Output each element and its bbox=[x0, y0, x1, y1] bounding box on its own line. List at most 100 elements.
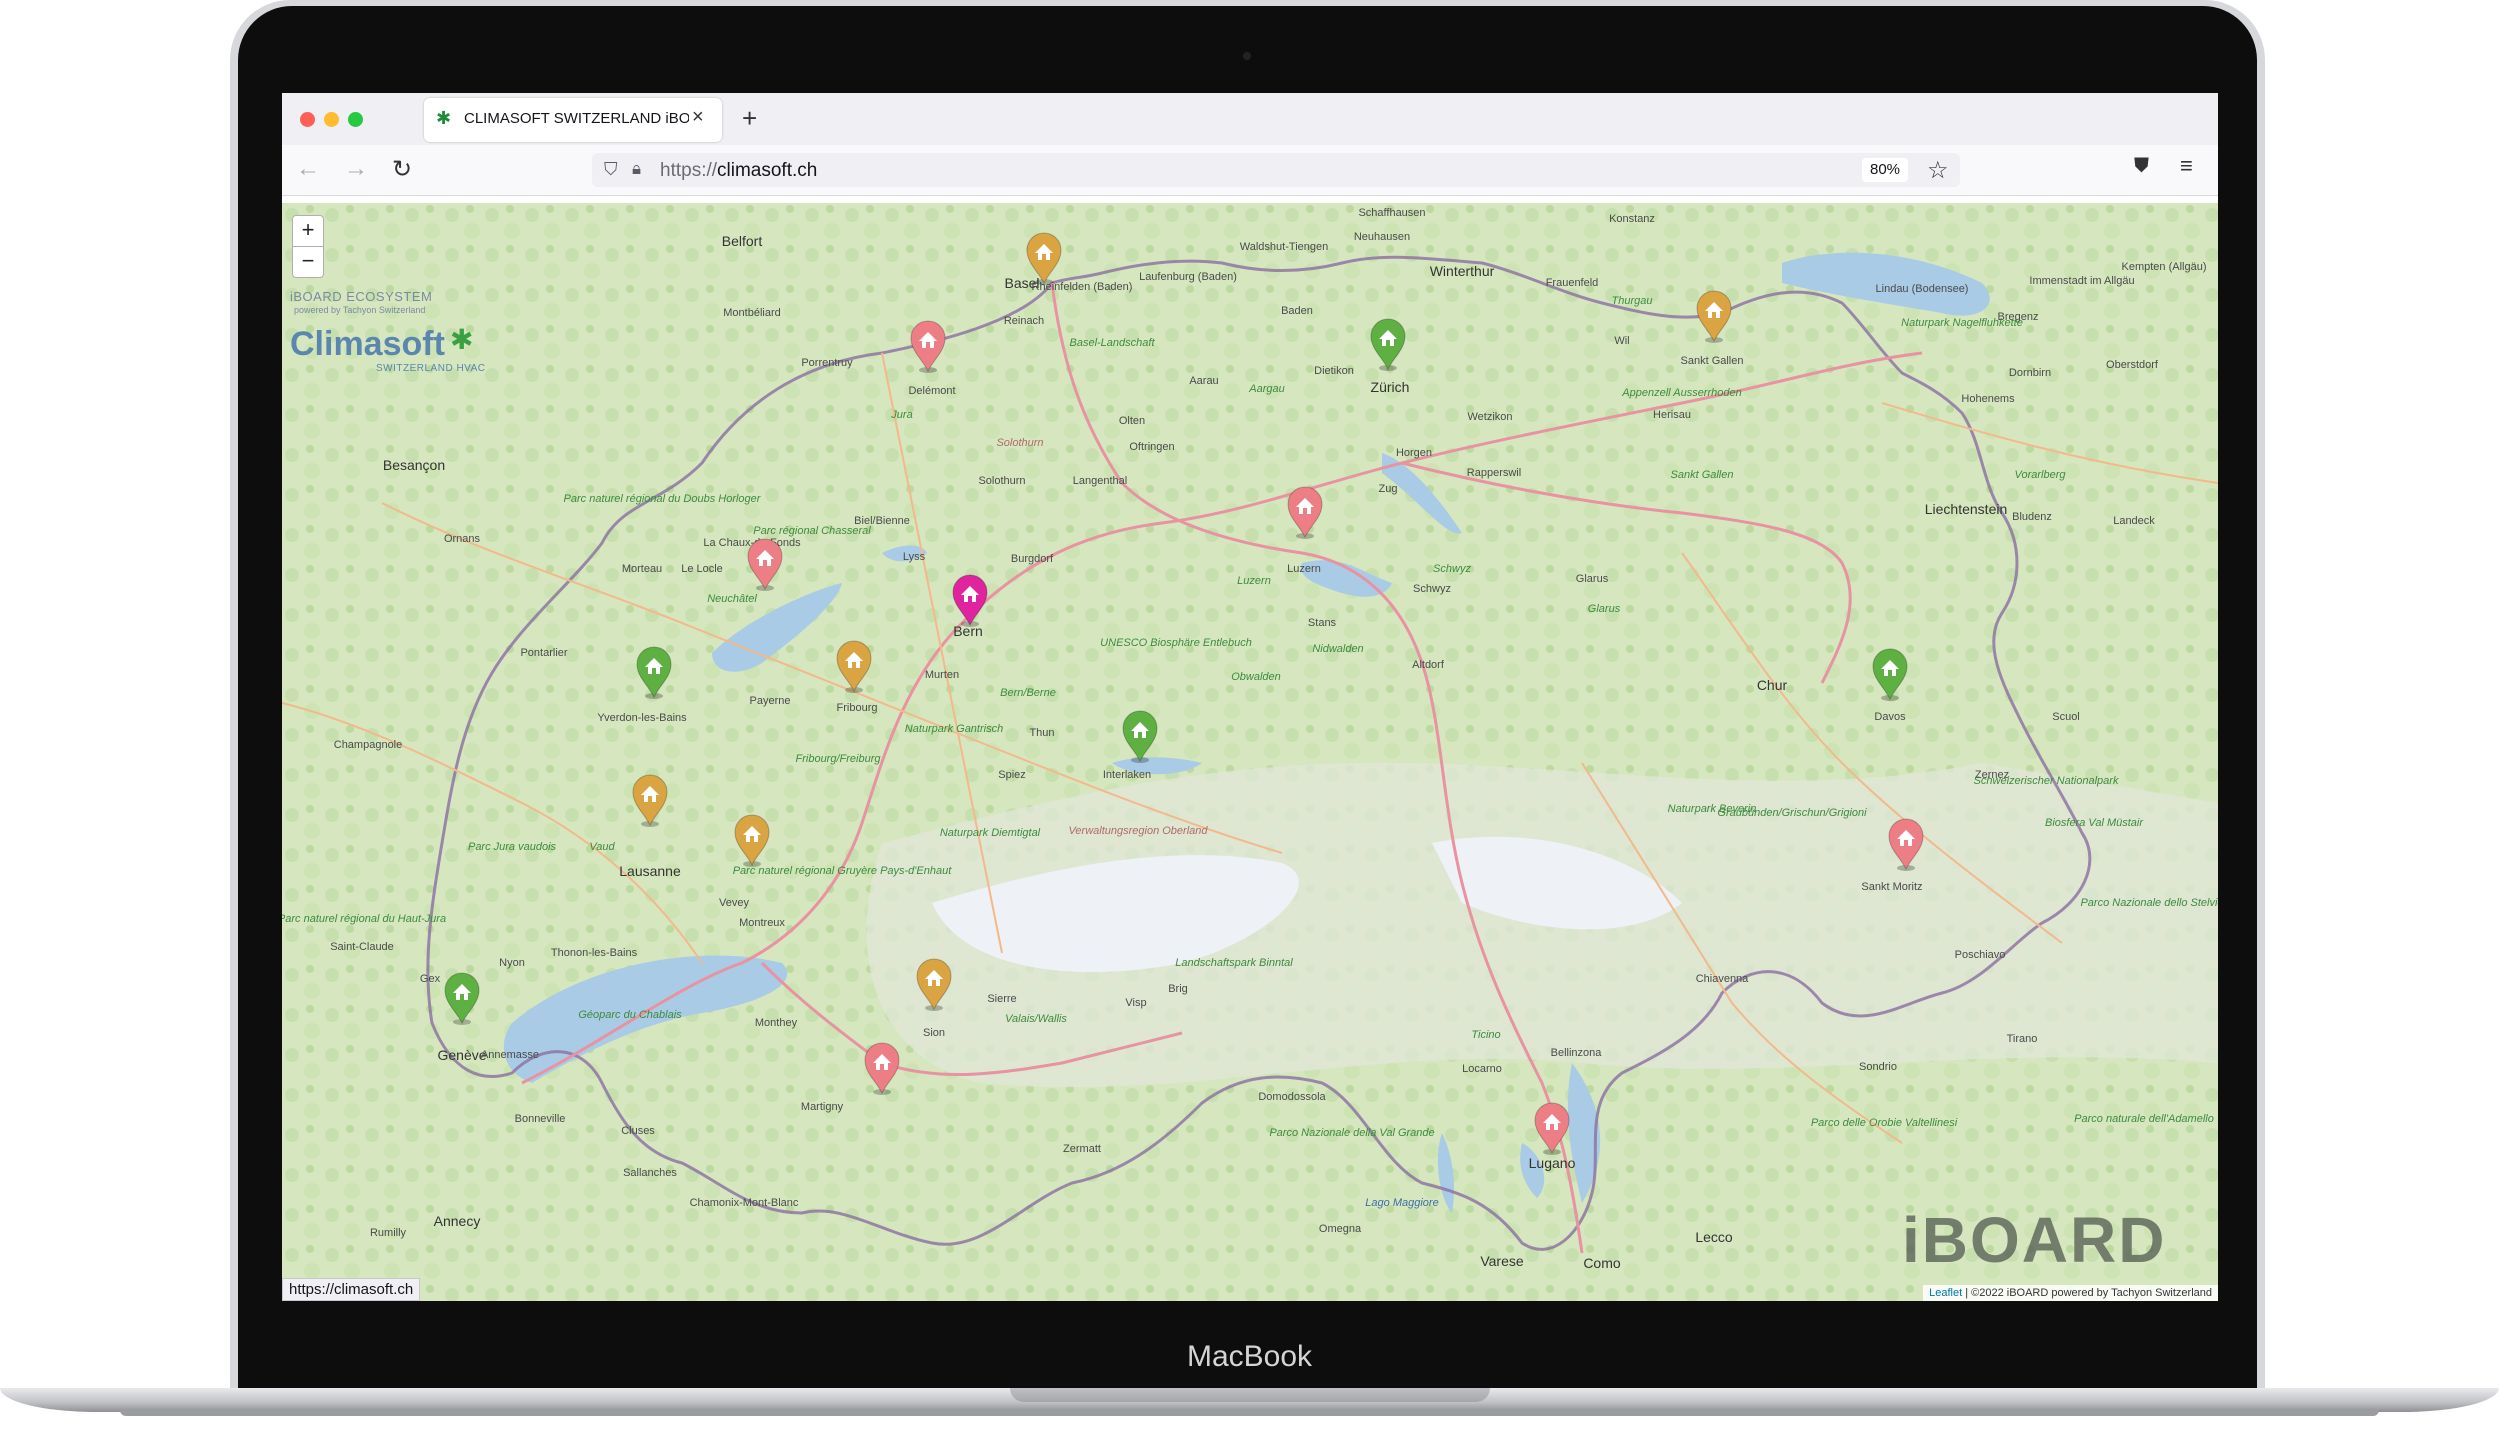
house-icon bbox=[747, 538, 783, 591]
house-icon bbox=[836, 640, 872, 693]
place-label: Winterthur bbox=[1429, 263, 1495, 279]
region-label: Schwyz bbox=[1433, 563, 1471, 575]
place-label: Zug bbox=[1378, 483, 1398, 495]
place-label: Annecy bbox=[433, 1213, 481, 1229]
park-label: Parc régional Chasseral bbox=[753, 525, 871, 537]
region-label: Verwaltungsregion Oberland bbox=[1068, 825, 1208, 837]
lake-label: Lago Maggiore bbox=[1365, 1197, 1439, 1209]
place-label: Spiez bbox=[998, 769, 1026, 781]
url-scheme: https:// bbox=[660, 160, 718, 181]
maximize-window-button[interactable] bbox=[348, 112, 363, 127]
map-marker-bern[interactable] bbox=[950, 573, 990, 627]
lock-icon[interactable]: 🔒︎ bbox=[632, 159, 641, 179]
pocket-icon[interactable]: ⛊ bbox=[2134, 155, 2149, 178]
map-canvas[interactable]: Belfort Basel Rheinfelden (Baden) Reinac… bbox=[282, 203, 2218, 1301]
house-icon bbox=[444, 972, 480, 1025]
place-label: Neuhausen bbox=[1353, 231, 1411, 243]
shield-icon[interactable]: ⛉ bbox=[604, 159, 618, 180]
browser-tab[interactable]: ✱ CLIMASOFT SWITZERLAND iBOARD × bbox=[424, 98, 722, 142]
map-marker-yverdon[interactable] bbox=[634, 645, 674, 699]
place-label: Oberstdorf bbox=[2106, 359, 2158, 371]
map-marker-vevey[interactable] bbox=[732, 813, 772, 867]
park-label: UNESCO Biosphäre Entlebuch bbox=[1100, 637, 1252, 649]
map-marker-sankt-moritz[interactable] bbox=[1886, 817, 1926, 871]
place-label: Lecco bbox=[1695, 1229, 1733, 1245]
map-marker-zurich[interactable] bbox=[1368, 317, 1408, 371]
close-tab-icon[interactable]: × bbox=[692, 106, 704, 129]
place-label: Varese bbox=[1480, 1253, 1524, 1269]
park-label: Naturpark Gantrisch bbox=[904, 723, 1004, 735]
map-marker-basel[interactable] bbox=[1024, 231, 1064, 285]
park-label: Parco delle Orobie Valtellinesi bbox=[1810, 1117, 1958, 1129]
region-label: Solothurn bbox=[996, 437, 1044, 449]
place-label: Champagnole bbox=[333, 739, 403, 751]
attribution-text: | ©2022 iBOARD powered by Tachyon Switze… bbox=[1962, 1287, 2212, 1299]
forward-arrow-icon[interactable]: → bbox=[344, 155, 368, 183]
laptop-notch bbox=[1010, 1388, 1490, 1402]
place-label: Rumilly bbox=[369, 1227, 407, 1239]
map-marker-interlaken[interactable] bbox=[1120, 709, 1160, 763]
place-label: Dornbirn bbox=[2008, 367, 2052, 379]
map-marker-fribourg[interactable] bbox=[834, 639, 874, 693]
place-label: Zermatt bbox=[1063, 1143, 1101, 1155]
map-marker-delemont[interactable] bbox=[908, 319, 948, 373]
place-label: Altdorf bbox=[1412, 659, 1444, 671]
place-label: Wetzikon bbox=[1467, 411, 1513, 423]
place-label: Sankt Gallen bbox=[1680, 355, 1744, 367]
reload-icon[interactable]: ↻ bbox=[392, 155, 412, 184]
map-marker-st-gallen[interactable] bbox=[1694, 289, 1734, 343]
place-label: Morteau bbox=[621, 563, 663, 575]
place-label: Herisau bbox=[1653, 409, 1691, 421]
zoom-out-button[interactable]: − bbox=[292, 246, 324, 278]
map-marker-geneve[interactable] bbox=[442, 971, 482, 1025]
place-label: Vevey bbox=[719, 897, 749, 909]
house-icon bbox=[1534, 1102, 1570, 1155]
house-icon bbox=[1122, 710, 1158, 763]
map-marker-sion[interactable] bbox=[914, 957, 954, 1011]
map-marker-neuchatel[interactable] bbox=[745, 537, 785, 591]
place-label: Landeck bbox=[2113, 515, 2155, 527]
map-marker-davos[interactable] bbox=[1870, 647, 1910, 701]
house-icon bbox=[636, 646, 672, 699]
nav-bar: ← → ↻ ⛉ 🔒︎ https://climasoft.ch 80% ☆ ⛊ … bbox=[282, 145, 2218, 196]
map-marker-martigny[interactable] bbox=[862, 1041, 902, 1095]
map-marker-luzern[interactable] bbox=[1285, 485, 1325, 539]
house-icon bbox=[864, 1042, 900, 1095]
house-icon bbox=[916, 958, 952, 1011]
tab-title: CLIMASOFT SWITZERLAND iBOARD bbox=[464, 110, 689, 127]
map-marker-lausanne[interactable] bbox=[630, 773, 670, 827]
close-window-button[interactable] bbox=[300, 112, 315, 127]
park-label: Parco Nazionale dello Stelvio bbox=[2080, 897, 2218, 909]
laptop-brand-label: MacBook bbox=[1186, 1340, 1313, 1373]
place-label: Liechtenstein bbox=[1924, 501, 2008, 517]
new-tab-icon[interactable]: + bbox=[742, 103, 757, 134]
place-label: Visp bbox=[1125, 997, 1147, 1009]
place-label: Zürich bbox=[1370, 379, 1410, 395]
region-label: Sankt Gallen bbox=[1670, 469, 1734, 481]
region-label: Fribourg/Freiburg bbox=[795, 753, 881, 765]
park-label: Parco Nazionale della Val Grande bbox=[1269, 1127, 1435, 1139]
zoom-level-badge[interactable]: 80% bbox=[1862, 158, 1909, 182]
park-label: Schweizerischer Nationalpark bbox=[1973, 775, 2119, 787]
park-label: Parco naturale dell'Adamello bbox=[2074, 1113, 2214, 1125]
place-label: Luzern bbox=[1287, 563, 1321, 575]
zoom-in-button[interactable]: + bbox=[292, 215, 324, 247]
region-label: Obwalden bbox=[1231, 671, 1281, 683]
url-bar[interactable]: ⛉ 🔒︎ https://climasoft.ch 80% ☆ bbox=[592, 153, 1960, 187]
leaflet-link[interactable]: Leaflet bbox=[1929, 1287, 1962, 1299]
park-label: Parc naturel régional du Haut-Jura bbox=[282, 913, 447, 925]
region-label: Appenzell Ausserrhoden bbox=[1622, 387, 1742, 399]
map-marker-lugano[interactable] bbox=[1532, 1101, 1572, 1155]
url-text[interactable]: https://climasoft.ch bbox=[660, 160, 817, 182]
back-arrow-icon[interactable]: ← bbox=[296, 155, 320, 183]
place-label: Genève bbox=[437, 1047, 487, 1063]
hamburger-menu-icon[interactable]: ≡ bbox=[2180, 153, 2193, 179]
climasoft-logo: iBOARD ECOSYSTEM powered by Tachyon Swit… bbox=[290, 289, 490, 389]
logo-subtitle: SWITZERLAND HVAC bbox=[376, 363, 486, 374]
bookmark-star-icon[interactable]: ☆ bbox=[1927, 156, 1949, 185]
minimize-window-button[interactable] bbox=[324, 112, 339, 127]
logo-star-icon: ✱ bbox=[450, 324, 474, 355]
house-icon bbox=[1026, 232, 1062, 285]
iboard-watermark: iBOARD bbox=[1902, 1204, 2167, 1276]
place-label: Wil bbox=[1614, 335, 1630, 347]
